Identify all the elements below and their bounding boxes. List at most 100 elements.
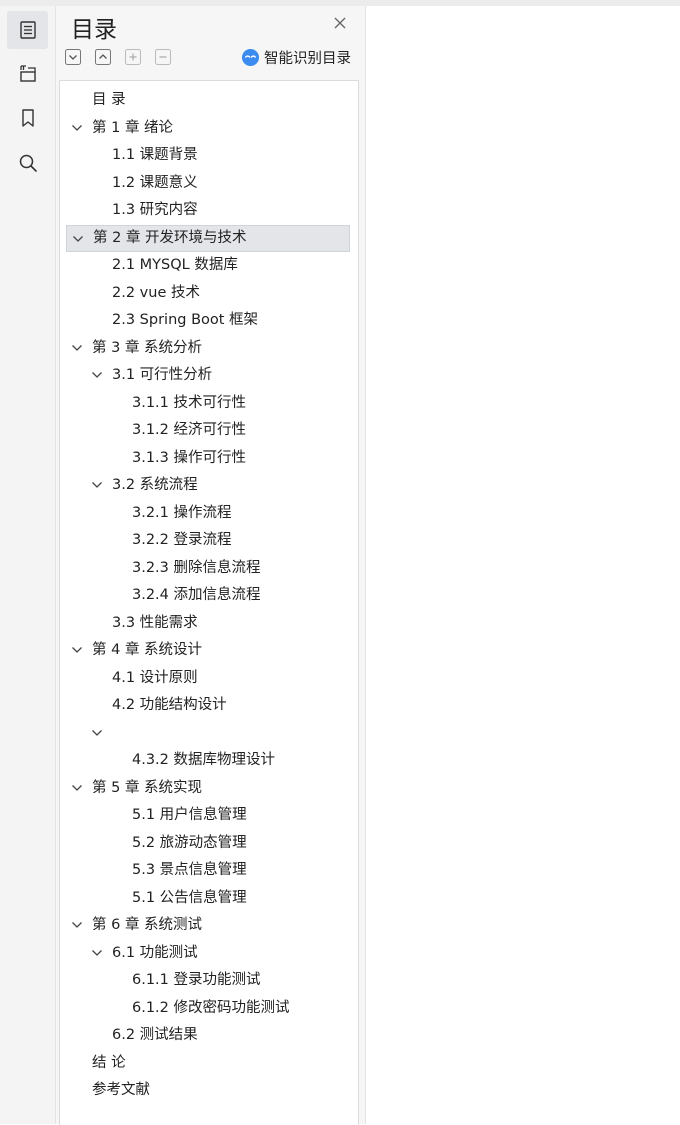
search-icon (19, 154, 37, 172)
outline-item-label: 第 4 章 系统设计 (92, 642, 203, 658)
outline-item[interactable]: 第 3 章 系统分析 (66, 335, 350, 362)
outline-item[interactable]: 第 1 章 绪论 (66, 115, 350, 142)
chevron-down-icon[interactable] (91, 479, 103, 491)
outline-item[interactable]: 5.3 景点信息管理 (66, 857, 350, 884)
outline-item-label: 6.2 测试结果 (112, 1027, 198, 1043)
smart-toc-label: 智能识别目录 (264, 50, 351, 67)
outline-item-label: 目 录 (92, 92, 126, 108)
outline-item[interactable]: 3.2.4 添加信息流程 (66, 582, 350, 609)
outline-item-label: 3.2.2 登录流程 (132, 532, 232, 548)
chevron-down-icon[interactable] (71, 342, 83, 354)
outline-item-label: 6.1.1 登录功能测试 (132, 972, 261, 988)
outline-item[interactable]: 3.2.3 删除信息流程 (66, 555, 350, 582)
smart-toc-button[interactable]: 智能识别目录 (241, 46, 351, 68)
panel-title: 目录 (71, 17, 117, 43)
remove-icon[interactable] (155, 49, 171, 65)
outline-item[interactable]: 5.1 公告信息管理 (66, 885, 350, 912)
chevron-down-icon[interactable] (71, 919, 83, 931)
bookmark-tab-button[interactable] (7, 99, 48, 137)
chevron-down-icon[interactable] (71, 644, 83, 656)
outline-item-label: 3.2 系统流程 (112, 477, 198, 493)
add-icon[interactable] (125, 49, 141, 65)
outline-item[interactable]: 2.2 vue 技术 (66, 280, 350, 307)
outline-item[interactable]: 1.3 研究内容 (66, 197, 350, 224)
outline-item[interactable]: 第 5 章 系统实现 (66, 775, 350, 802)
chevron-down-icon[interactable] (91, 947, 103, 959)
outline-item-label: 第 1 章 绪论 (92, 119, 174, 136)
outline-item[interactable]: 第 2 章 开发环境与技术 (66, 224, 350, 252)
outline-item[interactable]: 6.1.1 登录功能测试 (66, 967, 350, 994)
outline-item[interactable]: 6.1 功能测试 (66, 940, 350, 967)
smart-toc-icon (241, 48, 260, 66)
search-tab-button[interactable] (7, 144, 48, 182)
outline-item[interactable]: 3.2 系统流程 (66, 472, 350, 499)
outline-item-label: 第 5 章 系统实现 (92, 779, 203, 796)
outline-item-label: 3.1 可行性分析 (112, 367, 213, 383)
outline-item-label: 6.1 功能测试 (112, 944, 198, 961)
outline-item-label: 第 6 章 系统测试 (92, 917, 203, 933)
outline-tab-button[interactable] (7, 11, 48, 49)
outline-item-label: 5.1 用户信息管理 (132, 807, 247, 823)
outline-item[interactable]: 3.1.2 经济可行性 (66, 417, 350, 444)
outline-item[interactable]: 目 录 (66, 87, 350, 114)
outline-item-label: 2.3 Spring Boot 框架 (112, 312, 259, 328)
outline-item[interactable]: 6.2 测试结果 (66, 1022, 350, 1049)
outline-item[interactable]: 5.1 用户信息管理 (66, 802, 350, 829)
chevron-down-icon[interactable] (91, 369, 103, 381)
outline-item[interactable]: 3.1.3 操作可行性 (66, 445, 350, 472)
outline-item[interactable]: 5.2 旅游动态管理 (66, 830, 350, 857)
outline-item[interactable]: 2.3 Spring Boot 框架 (66, 307, 350, 334)
pages-tab-button[interactable] (7, 54, 48, 92)
close-icon[interactable] (332, 15, 348, 31)
outline-panel: 目录 智能识别目录 目 录第 1 章 绪论 1.1 课题背景 1.2 课题意义 1.3… (56, 6, 366, 1125)
collapse-all-icon[interactable] (65, 49, 81, 65)
outline-item-label: 5.1 公告信息管理 (132, 889, 247, 906)
outline-item[interactable]: 4.1 设计原则 (66, 665, 350, 692)
outline-item-label: 3.2.1 操作流程 (132, 504, 232, 521)
outline-item-label: 3.1.2 经济可行性 (132, 422, 247, 438)
outline-item[interactable]: 参考文献 (66, 1077, 350, 1104)
outline-item-label: 第 2 章 开发环境与技术 (93, 229, 247, 246)
outline-item[interactable]: 1.2 课题意义 (66, 170, 350, 197)
outline-item-label: 1.3 研究内容 (112, 202, 198, 218)
outline-item[interactable]: 4.3.2 数据库物理设计 (66, 747, 350, 774)
outline-item[interactable]: 3.2.1 操作流程 (66, 500, 350, 527)
outline-item[interactable]: 1.1 课题背景 (66, 142, 350, 169)
outline-item-label: 2.2 vue 技术 (112, 284, 200, 301)
outline-item[interactable]: 第 6 章 系统测试 (66, 912, 350, 939)
chevron-down-icon[interactable] (72, 233, 84, 245)
outline-item[interactable]: 3.1.1 技术可行性 (66, 390, 350, 417)
outline-item[interactable]: 3.3 性能需求 (66, 610, 350, 637)
chevron-down-icon[interactable] (71, 782, 83, 794)
outline-item-label: 1.2 课题意义 (112, 174, 198, 191)
outline-item-label: 4.3.2 数据库物理设计 (132, 752, 276, 768)
outline-item-label: 参考文献 (92, 1082, 150, 1098)
outline-item[interactable]: 第 4 章 系统设计 (66, 637, 350, 664)
outline-item[interactable]: 4.2 功能结构设计 (66, 692, 350, 719)
expand-all-icon[interactable] (95, 49, 111, 65)
outline-item[interactable]: 6.1.2 修改密码功能测试 (66, 995, 350, 1022)
outline-item-label: 3.2.4 添加信息流程 (132, 587, 261, 603)
outline-item-label: 6.1.2 修改密码功能测试 (132, 999, 290, 1016)
outline-tree: 目 录第 1 章 绪论 1.1 课题背景 1.2 课题意义 1.3 研究内容第 2 章… (59, 80, 359, 1125)
outline-icon (19, 21, 36, 39)
outline-item-label: 3.1.3 操作可行性 (132, 449, 247, 466)
outline-item-label: 第 3 章 系统分析 (92, 339, 203, 356)
sidebar-rail (0, 6, 56, 1124)
chevron-down-icon[interactable] (71, 122, 83, 134)
outline-item-label: 4.2 功能结构设计 (112, 697, 227, 713)
outline-item-label: 5.2 旅游动态管理 (132, 834, 247, 851)
bookmark-icon (21, 109, 34, 127)
outline-item[interactable]: 3.1 可行性分析 (66, 362, 350, 389)
outline-item-label: 4.1 设计原则 (112, 669, 198, 686)
outline-item-label: 1.1 课题背景 (112, 147, 198, 163)
outline-item[interactable] (66, 720, 350, 747)
outline-item[interactable]: 结 论 (66, 1050, 350, 1077)
outline-item-label: 结 论 (92, 1054, 126, 1071)
outline-item-label: 3.3 性能需求 (112, 614, 198, 631)
pages-icon (19, 65, 36, 82)
chevron-down-icon[interactable] (91, 727, 103, 739)
outline-item[interactable]: 2.1 MYSQL 数据库 (66, 252, 350, 279)
outline-item-label: 3.2.3 删除信息流程 (132, 559, 261, 576)
outline-item[interactable]: 3.2.2 登录流程 (66, 527, 350, 554)
